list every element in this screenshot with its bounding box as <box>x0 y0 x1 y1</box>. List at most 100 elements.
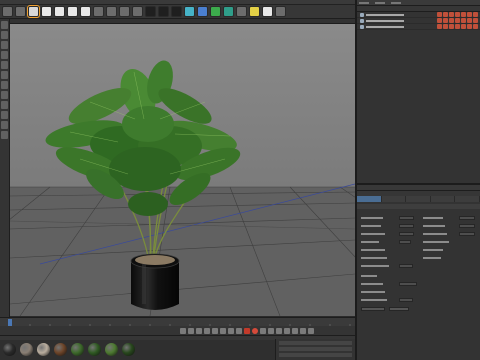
attribute-button-1[interactable] <box>361 307 385 311</box>
material-swatch[interactable] <box>54 343 67 356</box>
world-coordinates-icon[interactable] <box>132 6 143 17</box>
object-tags[interactable] <box>437 12 478 17</box>
param-field[interactable] <box>459 224 475 228</box>
texture-mode-icon[interactable] <box>1 41 8 49</box>
material-swatch[interactable] <box>3 343 16 356</box>
attribute-tab[interactable] <box>431 196 456 202</box>
rotate-icon[interactable] <box>67 6 78 17</box>
snap-icon[interactable] <box>1 111 8 119</box>
points-mode-icon[interactable] <box>1 61 8 69</box>
edges-mode-icon[interactable] <box>1 71 8 79</box>
y-axis-icon[interactable] <box>106 6 117 17</box>
param-field[interactable] <box>399 224 414 228</box>
attribute-tab[interactable] <box>357 196 382 202</box>
axis-mode-icon[interactable] <box>1 91 8 99</box>
polygons-mode-icon[interactable] <box>1 81 8 89</box>
object-name <box>366 26 404 28</box>
scheme-settings-icon[interactable] <box>308 327 314 334</box>
attribute-tabs <box>357 196 480 202</box>
timeline-playhead[interactable] <box>8 319 12 326</box>
perspective-viewport[interactable] <box>10 24 355 316</box>
autokey-icon[interactable] <box>252 327 258 334</box>
make-editable-icon[interactable] <box>1 21 8 29</box>
render-picture-viewer-icon[interactable] <box>158 6 169 17</box>
pla-key-icon[interactable] <box>300 327 306 334</box>
tweak-mode-icon[interactable] <box>1 101 8 109</box>
timeline-ruler[interactable] <box>0 317 355 327</box>
position-key-icon[interactable] <box>268 327 274 334</box>
object-type-icon <box>360 19 364 23</box>
coord-row-x[interactable] <box>279 341 352 345</box>
record-active-objects-icon[interactable] <box>244 327 250 334</box>
attribute-manager <box>355 183 480 360</box>
subdivision-surface-icon[interactable] <box>210 6 221 17</box>
previous-key-icon[interactable] <box>188 327 194 334</box>
previous-frame-icon[interactable] <box>196 327 202 334</box>
mode-palette <box>0 19 10 320</box>
rotation-key-icon[interactable] <box>284 327 290 334</box>
render-view-icon[interactable] <box>145 6 156 17</box>
param-dropdown[interactable] <box>399 282 417 286</box>
param-field[interactable] <box>399 240 411 244</box>
undo-icon[interactable] <box>2 6 13 17</box>
attribute-button-2[interactable] <box>389 307 409 311</box>
attribute-fields <box>357 209 480 273</box>
recent-tools-icon[interactable] <box>80 6 91 17</box>
param-field[interactable] <box>399 232 414 236</box>
scale-key-icon[interactable] <box>276 327 282 334</box>
edit-render-settings-icon[interactable] <box>171 6 182 17</box>
param-field[interactable] <box>459 232 475 236</box>
object-row[interactable] <box>357 24 480 30</box>
deformer-icon[interactable] <box>236 6 247 17</box>
object-type-icon <box>360 25 364 29</box>
plant-pot <box>130 253 180 310</box>
attribute-tab[interactable] <box>455 196 480 202</box>
object-name <box>366 20 404 22</box>
param-field[interactable] <box>399 216 414 220</box>
main-toolbar <box>0 5 355 19</box>
material-swatch[interactable] <box>105 343 118 356</box>
param-field[interactable] <box>459 216 475 220</box>
attribute-fields-lower <box>357 273 480 323</box>
material-swatch[interactable] <box>20 343 33 356</box>
redo-icon[interactable] <box>15 6 26 17</box>
scale-icon[interactable] <box>54 6 65 17</box>
model-mode-icon[interactable] <box>1 31 8 39</box>
param-dropdown[interactable] <box>399 298 413 302</box>
spline-pen-icon[interactable] <box>197 6 208 17</box>
live-select-icon[interactable] <box>27 5 40 18</box>
object-manager <box>355 0 480 183</box>
attribute-tab[interactable] <box>382 196 407 202</box>
parameter-key-icon[interactable] <box>292 327 298 334</box>
material-swatch[interactable] <box>122 343 135 356</box>
workplane-icon[interactable] <box>1 51 8 59</box>
object-tags[interactable] <box>437 24 478 29</box>
material-swatch[interactable] <box>88 343 101 356</box>
camera-icon[interactable] <box>262 6 273 17</box>
transport-controls <box>0 326 355 335</box>
z-axis-icon[interactable] <box>119 6 130 17</box>
go-to-start-icon[interactable] <box>180 327 186 334</box>
floor-icon[interactable] <box>249 6 260 17</box>
light-icon[interactable] <box>275 6 286 17</box>
quantize-icon[interactable] <box>1 121 8 129</box>
loop-icon[interactable] <box>236 327 242 334</box>
go-to-end-icon[interactable] <box>228 327 234 334</box>
coord-row-y[interactable] <box>279 347 352 351</box>
material-swatch[interactable] <box>71 343 84 356</box>
keyframe-selection-icon[interactable] <box>260 327 266 334</box>
attribute-tab[interactable] <box>406 196 431 202</box>
material-swatch[interactable] <box>37 343 50 356</box>
play-icon[interactable] <box>204 327 210 334</box>
cube-icon[interactable] <box>184 6 195 17</box>
param-dropdown[interactable] <box>399 264 413 268</box>
coordinate-manager <box>275 339 355 360</box>
coord-row-z[interactable] <box>279 353 352 357</box>
next-frame-icon[interactable] <box>212 327 218 334</box>
move-icon[interactable] <box>41 6 52 17</box>
object-tags[interactable] <box>437 18 478 23</box>
x-axis-icon[interactable] <box>93 6 104 17</box>
next-key-icon[interactable] <box>220 327 226 334</box>
array-icon[interactable] <box>223 6 234 17</box>
solo-icon[interactable] <box>1 131 8 139</box>
